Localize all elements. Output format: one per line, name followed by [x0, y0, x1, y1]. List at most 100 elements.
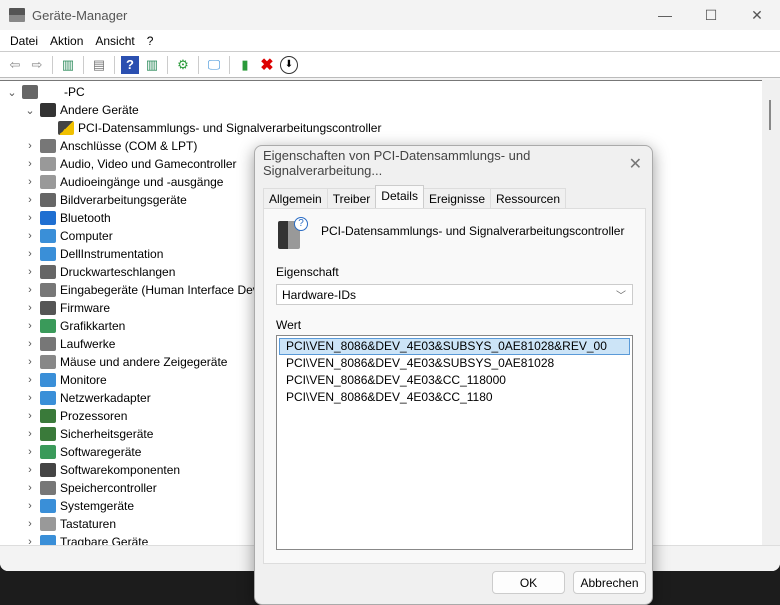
- help-icon[interactable]: ?: [121, 55, 139, 74]
- tree-item-category[interactable]: › Netzwerkadapter: [24, 389, 151, 407]
- list-item[interactable]: PCI\VEN_8086&DEV_4E03&SUBSYS_0AE81028&RE…: [279, 338, 630, 355]
- tree-item-category[interactable]: › Speichercontroller: [24, 479, 157, 497]
- scan-hardware-icon[interactable]: 🖵: [205, 56, 223, 74]
- chevron-right-icon[interactable]: ›: [24, 374, 36, 386]
- close-button[interactable]: ✕: [734, 0, 780, 30]
- category-icon: [40, 175, 56, 189]
- category-icon: [40, 517, 56, 531]
- tab-bar: Allgemein Treiber Details Ereignisse Res…: [263, 185, 567, 208]
- device-manager-icon: [9, 8, 25, 22]
- chevron-right-icon[interactable]: ›: [24, 158, 36, 170]
- back-icon[interactable]: ⇦: [6, 56, 24, 74]
- tree-item-category[interactable]: › Audio, Video und Gamecontroller: [24, 155, 237, 173]
- ok-button[interactable]: OK: [492, 571, 565, 594]
- enable-device-icon[interactable]: ▮: [236, 56, 254, 74]
- chevron-right-icon[interactable]: ›: [24, 248, 36, 260]
- tree-item-category[interactable]: › Prozessoren: [24, 407, 127, 425]
- chevron-right-icon[interactable]: ›: [24, 410, 36, 422]
- show-hide-console-tree-icon[interactable]: ▥: [59, 56, 77, 74]
- minimize-button[interactable]: —: [642, 0, 688, 30]
- tab-allgemein[interactable]: Allgemein: [263, 188, 328, 208]
- cancel-button[interactable]: Abbrechen: [573, 571, 646, 594]
- disable-device-icon[interactable]: ⬇: [280, 55, 298, 74]
- menu-aktion[interactable]: Aktion: [44, 34, 89, 48]
- action-pane-icon[interactable]: ▥: [143, 56, 161, 74]
- tree-item-category[interactable]: › Firmware: [24, 299, 110, 317]
- list-item[interactable]: PCI\VEN_8086&DEV_4E03&CC_118000: [279, 372, 630, 389]
- chevron-right-icon[interactable]: ›: [24, 140, 36, 152]
- tree-item-category[interactable]: › Computer: [24, 227, 113, 245]
- tree-item-category[interactable]: › Bildverarbeitungsgeräte: [24, 191, 187, 209]
- tab-ereignisse[interactable]: Ereignisse: [422, 188, 491, 208]
- tab-treiber[interactable]: Treiber: [326, 188, 377, 208]
- chevron-right-icon[interactable]: ›: [24, 284, 36, 296]
- category-icon: [40, 535, 56, 545]
- tree-item-category[interactable]: › Druckwarteschlangen: [24, 263, 175, 281]
- chevron-right-icon[interactable]: ›: [24, 536, 36, 545]
- chevron-right-icon[interactable]: ›: [24, 320, 36, 332]
- category-icon: [40, 157, 56, 171]
- dialog-close-button[interactable]: ✕: [629, 154, 642, 174]
- tree-item-category[interactable]: › Monitore: [24, 371, 107, 389]
- tree-item-andere-geraete[interactable]: ⌄ Andere Geräte: [24, 101, 139, 119]
- chevron-right-icon[interactable]: ›: [24, 356, 36, 368]
- chevron-right-icon[interactable]: ›: [24, 518, 36, 530]
- tree-item-category[interactable]: › Softwarekomponenten: [24, 461, 180, 479]
- tree-item-root[interactable]: ⌄ -PC: [6, 83, 85, 101]
- tree-item-category[interactable]: › Tastaturen: [24, 515, 116, 533]
- chevron-right-icon[interactable]: ›: [24, 446, 36, 458]
- tree-item-category[interactable]: › Systemgeräte: [24, 497, 134, 515]
- maximize-button[interactable]: ☐: [688, 0, 734, 30]
- category-icon: [40, 211, 56, 225]
- tree-item-category[interactable]: › Laufwerke: [24, 335, 115, 353]
- forward-icon[interactable]: ⇨: [28, 56, 46, 74]
- chevron-down-icon: ﹀: [616, 291, 626, 302]
- tree-item-category[interactable]: › Tragbare Geräte: [24, 533, 148, 545]
- chevron-right-icon[interactable]: ›: [24, 482, 36, 494]
- menu-bar: Datei Aktion Ansicht ?: [0, 30, 780, 52]
- chevron-right-icon[interactable]: ›: [24, 266, 36, 278]
- chevron-right-icon[interactable]: ›: [24, 212, 36, 224]
- tree-item-category[interactable]: › Bluetooth: [24, 209, 111, 227]
- property-label: Eigenschaft: [276, 265, 339, 279]
- menu-help[interactable]: ?: [141, 34, 160, 48]
- chevron-right-icon[interactable]: ›: [24, 194, 36, 206]
- tree-item-category[interactable]: › DellInstrumentation: [24, 245, 163, 263]
- chevron-right-icon[interactable]: ›: [24, 464, 36, 476]
- chevron-right-icon[interactable]: ›: [24, 392, 36, 404]
- category-icon: [40, 193, 56, 207]
- chevron-right-icon[interactable]: ›: [24, 428, 36, 440]
- property-select[interactable]: Hardware-IDs ﹀: [276, 284, 633, 305]
- chevron-down-icon[interactable]: ⌄: [24, 104, 36, 117]
- chevron-right-icon[interactable]: ›: [24, 230, 36, 242]
- menu-ansicht[interactable]: Ansicht: [89, 34, 140, 48]
- tree-item-category[interactable]: › Sicherheitsgeräte: [24, 425, 153, 443]
- tree-item-category[interactable]: › Mäuse und andere Zeigegeräte: [24, 353, 227, 371]
- chevron-down-icon[interactable]: ⌄: [6, 86, 18, 99]
- tree-item-category[interactable]: › Audioeingänge und -ausgänge: [24, 173, 223, 191]
- category-icon: [40, 283, 56, 297]
- tree-item-category[interactable]: › Eingabegeräte (Human Interface Devices): [24, 281, 284, 299]
- chevron-right-icon[interactable]: ›: [24, 176, 36, 188]
- chevron-right-icon[interactable]: ›: [24, 338, 36, 350]
- chevron-right-icon[interactable]: ›: [24, 302, 36, 314]
- category-icon: [40, 391, 56, 405]
- list-item[interactable]: PCI\VEN_8086&DEV_4E03&CC_1180: [279, 389, 630, 406]
- category-icon: [40, 445, 56, 459]
- uninstall-icon[interactable]: ✖: [258, 56, 276, 74]
- list-item[interactable]: PCI\VEN_8086&DEV_4E03&SUBSYS_0AE81028: [279, 355, 630, 372]
- tree-item-category[interactable]: › Softwaregeräte: [24, 443, 141, 461]
- value-label: Wert: [276, 318, 302, 332]
- chevron-right-icon[interactable]: ›: [24, 500, 36, 512]
- tree-item-category[interactable]: › Anschlüsse (COM & LPT): [24, 137, 197, 155]
- tab-ressourcen[interactable]: Ressourcen: [490, 188, 567, 208]
- tab-details[interactable]: Details: [375, 185, 424, 208]
- value-list[interactable]: PCI\VEN_8086&DEV_4E03&SUBSYS_0AE81028&RE…: [276, 335, 633, 550]
- properties-icon[interactable]: ▤: [90, 56, 108, 74]
- vertical-scrollbar[interactable]: [762, 80, 780, 545]
- update-driver-icon[interactable]: ⚙: [174, 56, 192, 74]
- tree-item-category[interactable]: › Grafikkarten: [24, 317, 125, 335]
- menu-datei[interactable]: Datei: [4, 34, 44, 48]
- tree-item-pci-controller[interactable]: PCI-Datensammlungs- und Signalverarbeitu…: [54, 119, 382, 137]
- category-icon: [40, 229, 56, 243]
